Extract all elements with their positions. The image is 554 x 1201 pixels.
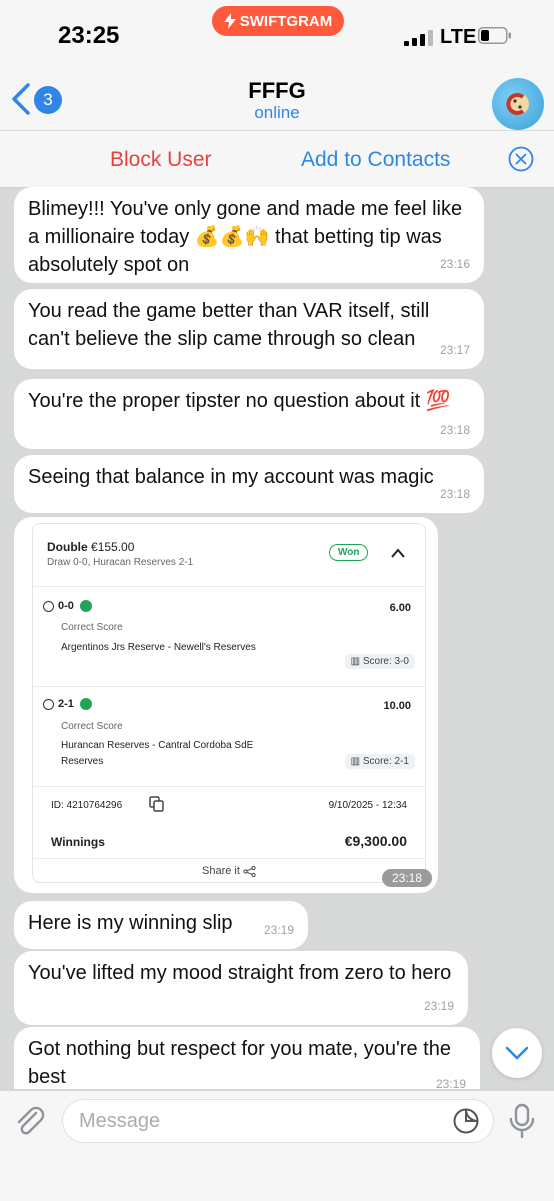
football-icon [43,698,54,710]
app-badge-label: SWIFTGRAM [239,12,333,30]
message-bubble[interactable]: Seeing that balance in my account was ma… [14,455,484,513]
signal-icon [404,30,433,46]
sticker-icon[interactable] [452,1107,480,1135]
selection-market: Correct Score [61,721,123,732]
selection-pick: 2-1 [58,698,74,710]
message-bubble[interactable]: You read the game better than VAR itself… [14,289,484,369]
avatar[interactable] [492,78,544,130]
message-bubble[interactable]: Here is my winning slip 23:19 [14,901,308,949]
message-text: Got nothing but respect for you mate, yo… [28,1038,451,1088]
battery-icon [478,27,511,44]
clock: 23:25 [58,22,120,49]
network-label: LTE [440,26,477,48]
scroll-to-bottom-button[interactable] [492,1028,542,1078]
block-user-button[interactable]: Block User [110,148,212,172]
bet-slip-card: Double €155.00 Draw 0-0, Huracan Reserve… [32,523,426,883]
message-bubble[interactable]: Blimey!!! You've only gone and made me f… [14,187,484,283]
message-time: 23:19 [435,1077,466,1089]
message-text: You've lifted my mood straight from zero… [28,962,452,984]
chevron-down-icon [505,1046,529,1060]
slip-summary: Draw 0-0, Huracan Reserves 2-1 [47,557,194,568]
close-icon[interactable] [508,146,534,172]
winnings-label: Winnings [51,835,105,849]
add-to-contacts-button[interactable]: Add to Contacts [301,148,450,172]
winnings-value: €9,300.00 [344,833,407,849]
message-bubble[interactable]: You're the proper tipster no question ab… [14,379,484,449]
bet-slip-message[interactable]: Double €155.00 Draw 0-0, Huracan Reserve… [14,517,438,893]
message-time: 23:17 [439,343,470,357]
message-text: You're the proper tipster no question ab… [28,390,451,412]
contact-action-bar: Block User Add to Contacts [0,130,554,188]
selection-odds: 6.00 [389,602,411,614]
share-link: Share it [33,865,425,877]
message-list[interactable]: Blimey!!! You've only gone and made me f… [0,187,554,1089]
app-badge: SWIFTGRAM [212,6,344,36]
chat-status: online [254,103,300,122]
selection-result: ▥ Score: 3-0 [344,654,415,669]
message-bubble[interactable]: Got nothing but respect for you mate, yo… [14,1027,480,1089]
selection-match: Hurancan Reserves - Cantral Cordoba SdE … [61,740,254,767]
share-icon [243,865,256,877]
message-bubble[interactable]: You've lifted my mood straight from zero… [14,951,468,1025]
message-time: 23:18 [439,423,470,437]
stats-icon: ▥ [350,656,363,667]
divider [33,586,425,587]
stats-icon: ▥ [350,756,363,767]
message-text: You read the game better than VAR itself… [28,300,430,350]
check-icon [79,600,92,613]
message-text: Seeing that balance in my account was ma… [28,466,434,488]
copy-icon [149,796,164,812]
chat-title[interactable]: FFFG [0,78,554,104]
status-bar: 23:25 SWIFTGRAM LTE [0,0,554,68]
message-time: 23:19 [263,923,294,937]
slip-stake: €155.00 [91,540,135,554]
check-icon [79,698,92,711]
slip-date: 9/10/2025 - 12:34 [328,800,407,811]
selection-result: ▥ Score: 2-1 [344,754,415,769]
message-text: Here is my winning slip [28,912,233,934]
message-text: Blimey!!! You've only gone and made me f… [28,198,463,276]
message-input[interactable] [62,1099,494,1143]
message-time: 23:19 [423,999,454,1013]
avatar-emoji-icon [506,93,529,115]
slip-type: Double [47,540,88,554]
selection-pick: 0-0 [58,600,74,612]
message-time: 23:18 [381,869,432,887]
chevron-up-icon [391,548,405,558]
message-composer [0,1090,554,1201]
selection-market: Correct Score [61,622,123,633]
message-time: 23:16 [439,257,470,271]
lightning-icon [223,13,236,29]
paperclip-icon[interactable] [14,1105,46,1139]
football-icon [43,600,54,612]
divider [33,686,425,687]
divider [33,858,425,859]
won-status-badge: Won [329,544,369,561]
chat-header: 3 FFFG online [0,68,554,130]
selection-odds: 10.00 [383,700,411,712]
divider [33,786,425,787]
message-time: 23:18 [439,487,470,501]
microphone-icon[interactable] [508,1103,536,1139]
slip-id: ID: 4210764296 [51,800,123,811]
selection-match: Argentinos Jrs Reserve - Newell's Reserv… [61,642,256,653]
